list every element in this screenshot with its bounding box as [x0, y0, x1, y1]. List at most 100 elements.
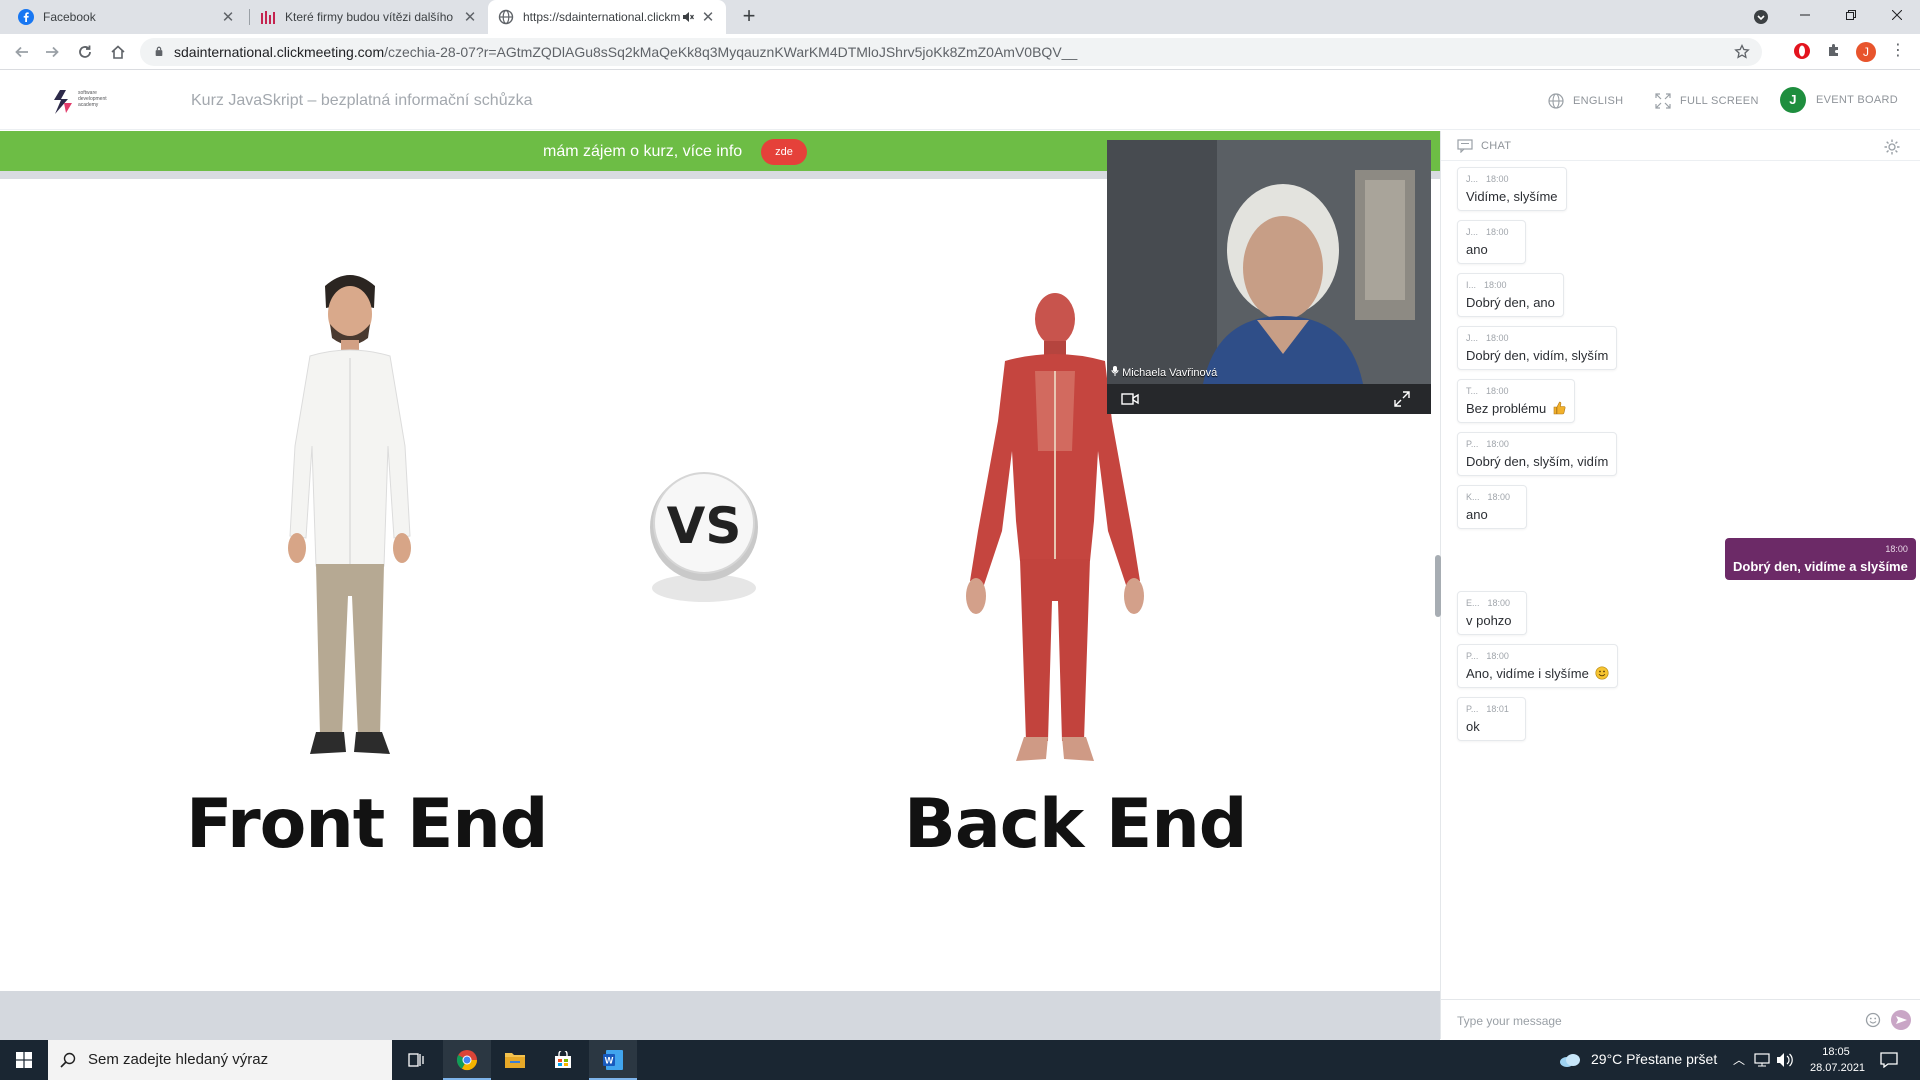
chat-message: I... 18:00 Dobrý den, ano	[1457, 273, 1564, 317]
stage-scrollbar[interactable]	[1435, 555, 1441, 617]
clock-time: 18:05	[1822, 1046, 1850, 1058]
system-clock[interactable]: 18:05 28.07.2021	[1810, 1044, 1865, 1076]
weather-text[interactable]: 29°C Přestane pršet	[1591, 1051, 1717, 1067]
forward-button[interactable]	[40, 40, 64, 64]
message-time: 18:00	[1486, 439, 1509, 449]
minimize-icon	[1800, 14, 1810, 16]
microphone-icon	[1111, 366, 1119, 376]
message-time: 18:00	[1487, 492, 1511, 502]
restore-button[interactable]	[1828, 0, 1874, 32]
restore-icon	[1846, 10, 1856, 20]
message-time: 18:00	[1486, 333, 1509, 343]
opera-extension-icon[interactable]	[1792, 42, 1812, 62]
message-text: Dobrý den, vidíme a slyšíme	[1733, 559, 1908, 574]
profile-avatar[interactable]: J	[1856, 42, 1876, 62]
language-button[interactable]: ENGLISH	[1548, 93, 1623, 109]
svg-text:W: W	[605, 1056, 614, 1066]
chat-message-input[interactable]: Type your message	[1457, 1014, 1562, 1028]
chrome-icon	[456, 1050, 478, 1071]
home-button[interactable]	[106, 40, 130, 64]
close-window-button[interactable]	[1874, 0, 1920, 32]
message-author: P...	[1466, 651, 1479, 661]
emoji-picker-icon[interactable]	[1865, 1012, 1881, 1028]
presenter-name: Michaela Vavřinová	[1111, 366, 1217, 379]
send-icon[interactable]	[1891, 1010, 1911, 1030]
tab-article[interactable]: Které firmy budou vítězi dalšího d ✕	[250, 0, 488, 34]
close-tab-icon[interactable]: ✕	[700, 8, 716, 26]
message-text: Dobrý den, slyším, vidím	[1466, 454, 1609, 469]
vs-icon: VS	[650, 472, 758, 602]
task-view-icon	[408, 1053, 424, 1067]
facebook-icon	[18, 9, 34, 25]
taskbar-store[interactable]	[539, 1040, 587, 1080]
chat-message: P... 18:01 ok	[1457, 697, 1526, 741]
chat-panel: CHAT J... 18:00 Vidíme, slyšíme J... 18:00…	[1435, 131, 1920, 1039]
new-tab-button[interactable]: +	[736, 4, 762, 30]
tab-facebook[interactable]: Facebook ✕	[8, 0, 246, 34]
network-icon[interactable]	[1754, 1053, 1770, 1067]
lock-icon	[155, 46, 163, 56]
settings-gear-icon[interactable]	[1883, 138, 1901, 156]
camera-icon[interactable]	[1121, 392, 1139, 406]
language-label: ENGLISH	[1573, 95, 1624, 107]
browser-toolbar: sdainternational.clickmeeting.com/czechi…	[0, 34, 1920, 70]
fullscreen-button[interactable]: FULL SCREEN	[1655, 93, 1759, 109]
app-header: software development academy Kurz JavaSk…	[0, 70, 1920, 130]
front-end-caption: Front End	[186, 785, 548, 864]
expand-icon[interactable]	[1394, 391, 1410, 407]
puzzle-icon	[1829, 44, 1838, 56]
close-tab-icon[interactable]: ✕	[220, 8, 236, 26]
message-text: ano	[1466, 242, 1488, 257]
thumbs-up-icon	[1553, 401, 1566, 415]
tray-overflow-icon[interactable]: ︿	[1733, 1051, 1745, 1068]
volume-icon[interactable]	[1776, 1052, 1794, 1068]
reload-button[interactable]	[73, 40, 97, 64]
banner-cta-button[interactable]: zde	[761, 139, 807, 165]
presenter-video[interactable]: Michaela Vavřinová	[1107, 140, 1431, 414]
message-text: ano	[1466, 507, 1488, 522]
bar-chart-icon	[261, 11, 275, 24]
smiley-icon	[1595, 666, 1609, 680]
bookmark-star-icon[interactable]	[1734, 44, 1750, 60]
chat-message: J... 18:00 Vidíme, slyšíme	[1457, 167, 1567, 211]
chat-message: P... 18:00 Ano, vidíme i slyšíme	[1457, 644, 1618, 688]
logo-text: software development academy	[78, 90, 107, 108]
message-text: Dobrý den, ano	[1466, 295, 1555, 310]
tab-search-button[interactable]	[1738, 0, 1784, 32]
chat-header: CHAT	[1441, 131, 1920, 161]
arrow-right-icon	[46, 46, 59, 58]
close-tab-icon[interactable]: ✕	[462, 8, 478, 26]
message-author: K...	[1466, 492, 1480, 502]
taskbar-search-input[interactable]: Sem zadejte hledaný výraz	[48, 1040, 392, 1080]
message-author: J...	[1466, 174, 1479, 184]
own-chat-message: 18:00 Dobrý den, vidíme a slyšíme	[1725, 538, 1916, 580]
back-button[interactable]	[10, 40, 34, 64]
video-controls	[1107, 384, 1431, 414]
url-host: sdainternational.clickmeeting.com	[174, 44, 385, 60]
taskbar-chrome[interactable]	[443, 1040, 491, 1080]
message-text: v pohzo	[1466, 613, 1512, 628]
chat-message: J... 18:00 Dobrý den, vidím, slyším	[1457, 326, 1618, 370]
address-bar[interactable]: sdainternational.clickmeeting.com/czechi…	[140, 38, 1762, 66]
minimize-button[interactable]	[1782, 0, 1828, 32]
presenter-video-feed	[1107, 140, 1431, 384]
home-icon	[111, 45, 125, 59]
tab-clickmeeting[interactable]: https://sdainternational.clickm ✕	[488, 0, 726, 34]
notifications-icon[interactable]	[1880, 1052, 1898, 1068]
chat-input-bar: Type your message	[1441, 999, 1920, 1039]
start-button[interactable]	[0, 1040, 48, 1080]
banner-text: mám zájem o kurz, více info	[543, 143, 743, 160]
event-board-button[interactable]: J EVENT BOARD	[1780, 87, 1898, 113]
taskbar-word[interactable]: W	[589, 1040, 637, 1080]
reload-icon	[79, 45, 91, 58]
message-author: E...	[1466, 598, 1480, 608]
message-text: Ano, vidíme i slyšíme	[1466, 666, 1589, 681]
message-author: T...	[1466, 386, 1479, 396]
taskbar-file-explorer[interactable]	[491, 1040, 539, 1080]
extensions-button[interactable]	[1824, 42, 1844, 62]
weather-cloud-icon[interactable]	[1559, 1052, 1581, 1068]
task-view-button[interactable]	[392, 1040, 440, 1080]
browser-menu-icon[interactable]: ⋮	[1888, 42, 1908, 62]
search-icon	[60, 1052, 76, 1068]
speaker-muted-icon[interactable]	[682, 11, 694, 23]
